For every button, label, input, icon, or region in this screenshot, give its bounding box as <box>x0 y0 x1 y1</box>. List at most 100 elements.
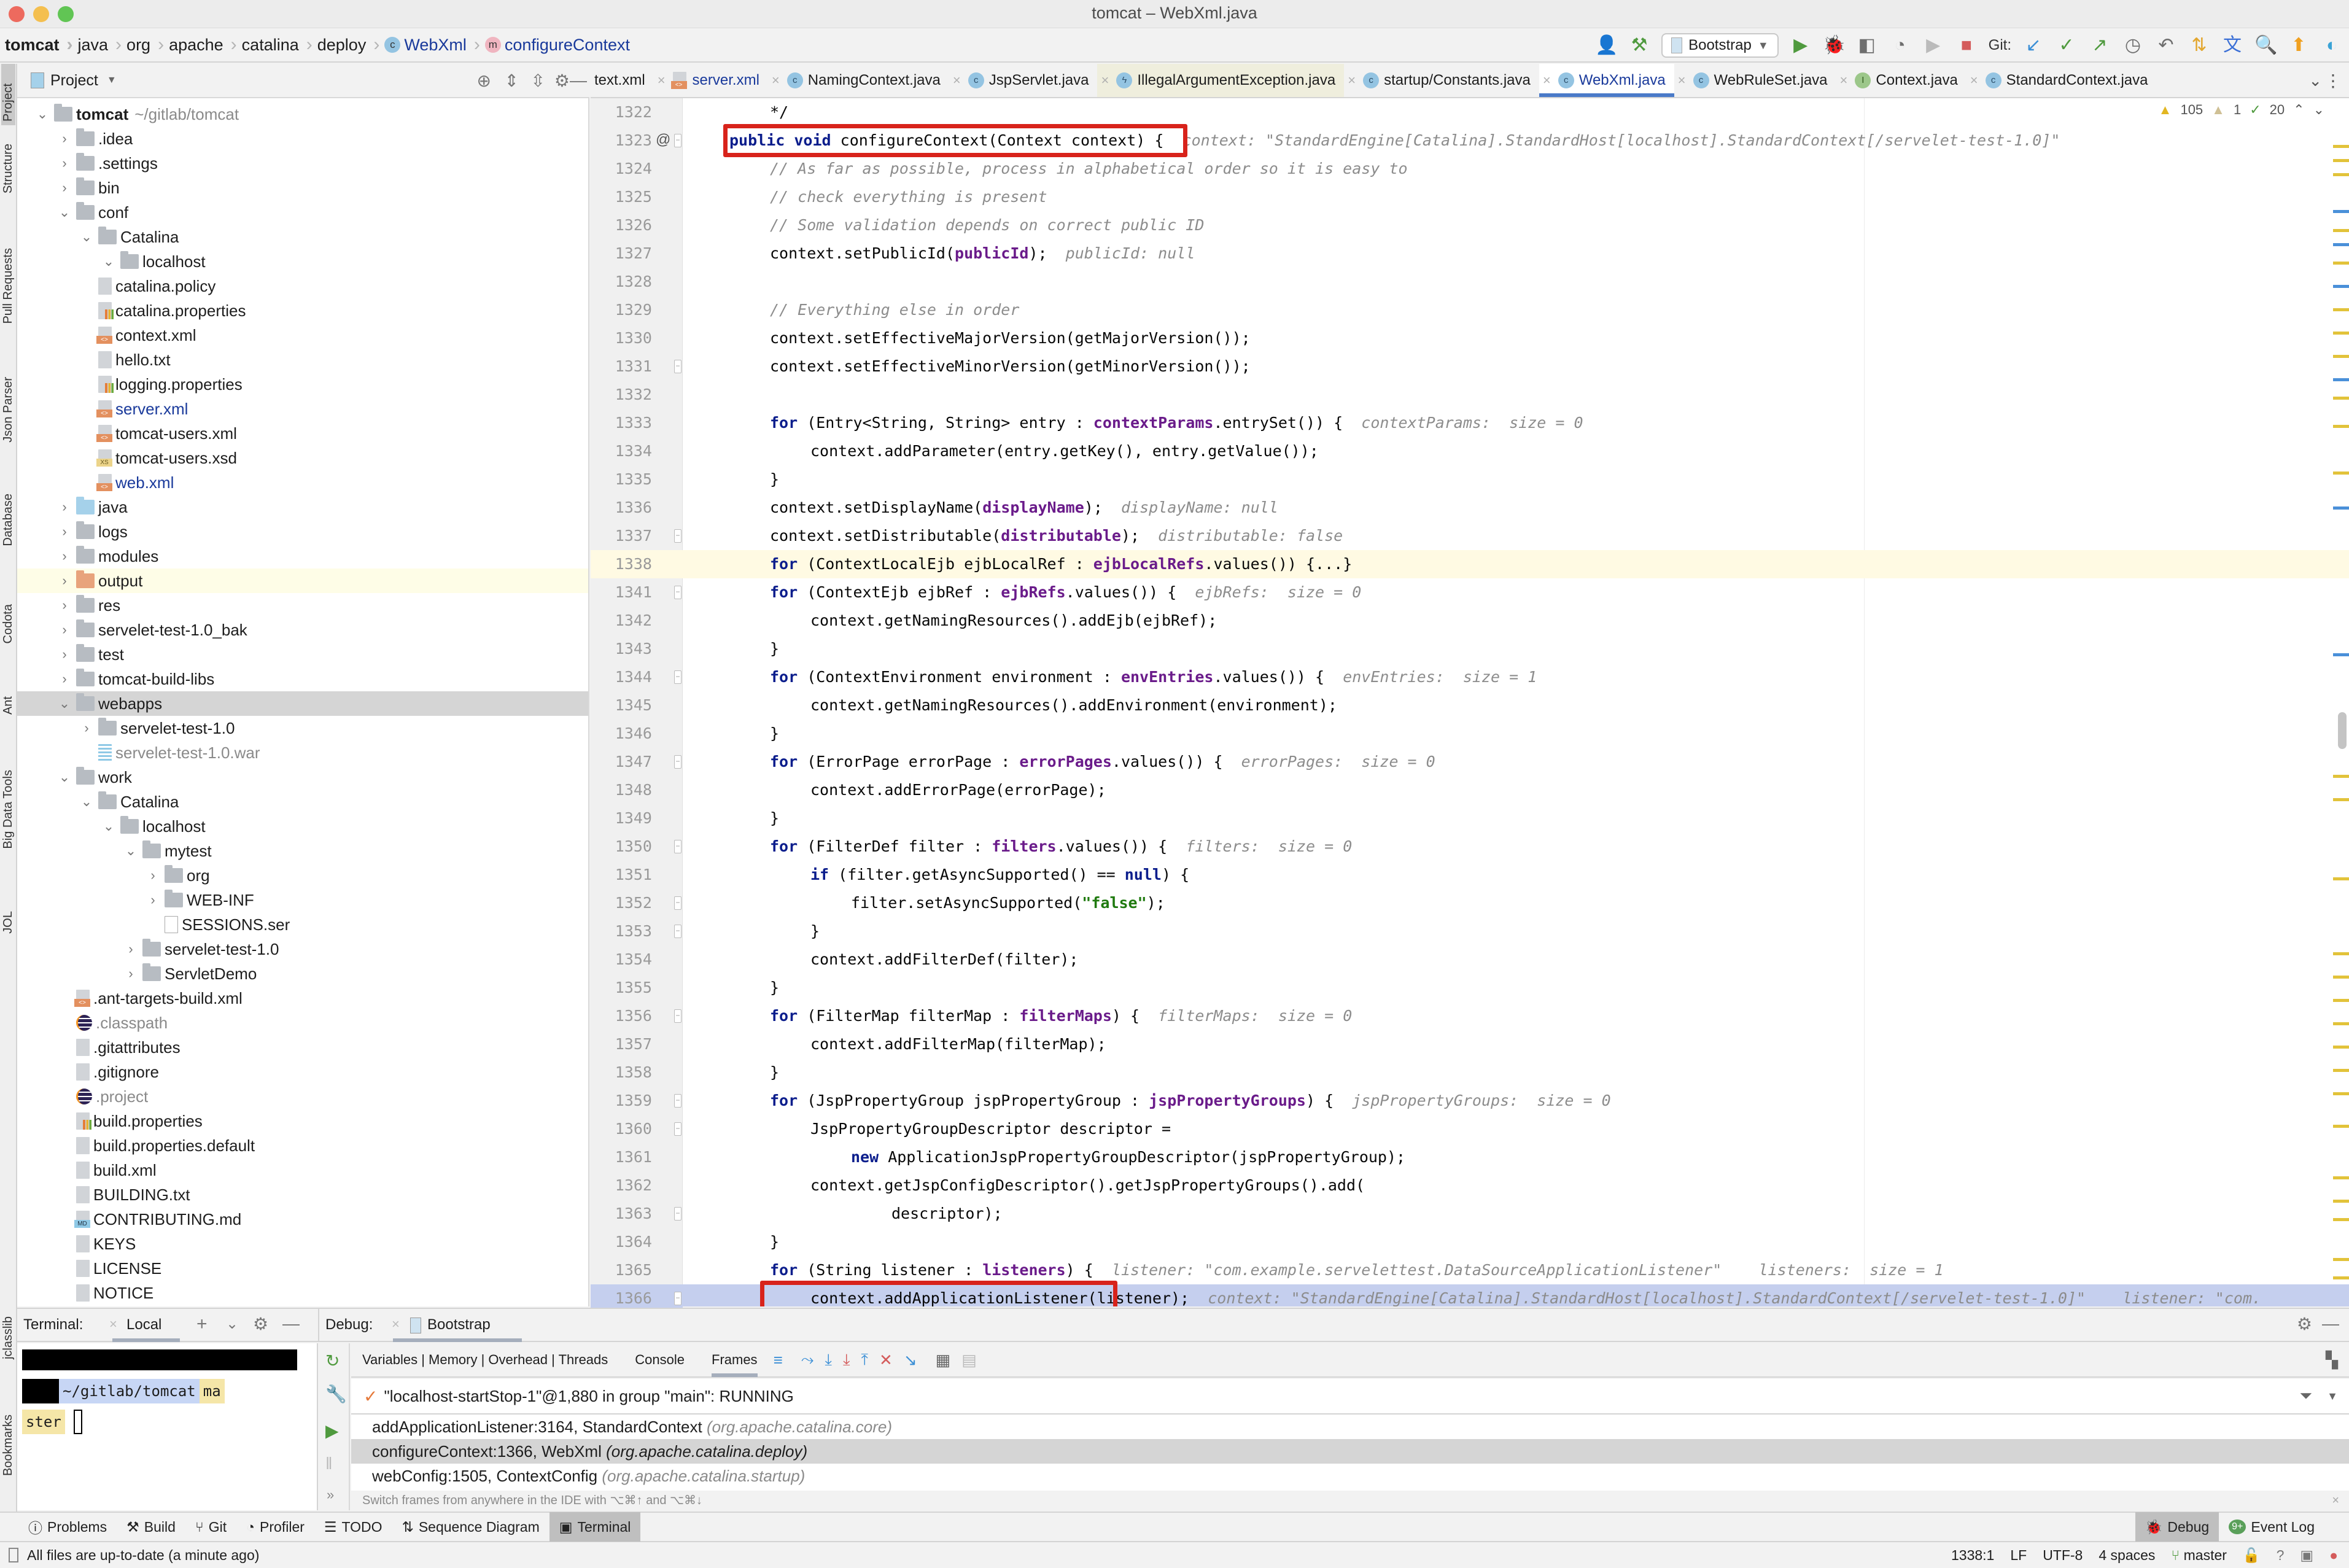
chevron-right-icon[interactable]: › <box>58 646 71 662</box>
search-icon[interactable]: 🔍 <box>2254 36 2277 55</box>
tree-item[interactable]: › servelet-test-1.0_bak <box>17 618 588 642</box>
tree-item[interactable]: tomcat-users.xsd <box>17 446 588 470</box>
profile-icon[interactable]: ◔ <box>1889 36 1911 55</box>
tool-window-button[interactable]: ⓘ Problems <box>18 1512 117 1542</box>
stop-icon[interactable]: ■ <box>1955 36 1978 55</box>
chevron-down-icon[interactable]: ⌄ <box>80 794 93 810</box>
editor-tab[interactable]: × server.xml <box>654 64 768 97</box>
tree-item[interactable]: .ant-targets-build.xml <box>17 986 588 1011</box>
more-icon[interactable]: » <box>327 1487 334 1503</box>
resume-program-icon[interactable]: ▶ <box>325 1421 339 1441</box>
run-to-cursor-icon[interactable]: ↘ <box>904 1351 917 1370</box>
chevron-right-icon[interactable]: › <box>58 131 71 147</box>
more-options-icon[interactable]: ⋮ <box>2324 71 2342 91</box>
close-tab-icon[interactable]: × <box>392 1316 400 1332</box>
code-line[interactable]: context.setPublicId(publicId); publicId:… <box>683 239 2349 268</box>
tool-tab-structure[interactable]: Structure <box>1 144 15 193</box>
stripe-marker[interactable] <box>2333 173 2349 176</box>
chevron-right-icon[interactable]: › <box>124 941 138 957</box>
tool-tab-bookmarks[interactable]: Bookmarks <box>1 1415 15 1476</box>
stripe-marker[interactable] <box>2333 1125 2349 1128</box>
lock-icon[interactable]: 🔓 <box>2243 1547 2261 1564</box>
tree-item[interactable]: CONTRIBUTING.md <box>17 1207 588 1232</box>
build-hammer-icon[interactable]: ⚒ <box>1628 36 1650 55</box>
chevron-down-icon[interactable]: ⌄ <box>102 254 115 270</box>
code-line[interactable]: for (ContextEnvironment environment : en… <box>683 663 2349 691</box>
stack-frame[interactable]: addApplicationListener:3164, StandardCon… <box>351 1415 2349 1439</box>
code-line[interactable]: for (JspPropertyGroup jspPropertyGroup :… <box>683 1087 2349 1115</box>
tree-item[interactable]: KEYS <box>17 1232 588 1256</box>
chevron-down-icon[interactable]: ⌄ <box>58 204 71 220</box>
close-tab-icon[interactable]: × <box>1970 72 1978 88</box>
run-icon[interactable]: ▶ <box>1790 36 1812 55</box>
breadcrumb-item[interactable]: catalina › <box>237 34 313 55</box>
hide-panel-icon[interactable]: — <box>2322 1314 2339 1333</box>
code-line[interactable]: } <box>683 974 2349 1002</box>
layout-icon[interactable]: ≡ <box>774 1351 783 1370</box>
code-line[interactable] <box>683 381 2349 409</box>
breadcrumb-item[interactable]: c WebXml › <box>379 34 480 55</box>
editor-tab[interactable]: × c StandardContext.java <box>1967 64 2157 97</box>
tree-item[interactable]: .classpath <box>17 1011 588 1035</box>
fold-marker-icon[interactable]: − <box>674 1122 681 1136</box>
close-tab-icon[interactable]: × <box>953 72 961 88</box>
code-line[interactable]: for (Entry<String, String> entry : conte… <box>683 409 2349 437</box>
tree-item[interactable]: ⌄ webapps <box>17 691 588 716</box>
tree-item[interactable]: › ServletDemo <box>17 961 588 986</box>
tool-window-button[interactable]: ⚒ Build <box>117 1512 185 1542</box>
tab-variables[interactable]: Variables | Memory | Overhead | Threads <box>362 1352 608 1368</box>
breadcrumb-item[interactable]: deploy › <box>313 34 380 55</box>
code-line[interactable]: context.addFilterDef(filter); <box>683 945 2349 974</box>
tree-item[interactable]: › java <box>17 495 588 519</box>
chevron-down-icon[interactable]: ⌄ <box>36 106 49 122</box>
caret-position[interactable]: 1338:1 <box>1951 1547 1994 1564</box>
git-commit-icon[interactable]: ✓ <box>2056 36 2078 55</box>
coverage-icon[interactable]: ◧ <box>1856 36 1878 55</box>
show-execution-point-icon[interactable]: ⤳ <box>801 1350 814 1370</box>
tool-tab-ant[interactable]: Ant <box>1 696 15 715</box>
tree-item[interactable]: .project <box>17 1084 588 1109</box>
tree-item[interactable]: ⌄ mytest <box>17 839 588 863</box>
code-line[interactable]: JspPropertyGroupDescriptor descriptor = <box>683 1115 2349 1143</box>
stripe-marker[interactable] <box>2333 145 2349 148</box>
tool-tab-json-parser[interactable]: Json Parser <box>1 377 15 443</box>
code-line[interactable]: context.addErrorPage(errorPage); <box>683 776 2349 804</box>
stack-frame[interactable]: webConfig:1505, ContextConfig (org.apach… <box>351 1464 2349 1491</box>
code-line[interactable]: // Everything else in order <box>683 296 2349 324</box>
gear-icon[interactable]: ⚙ <box>2297 1314 2312 1334</box>
tree-item[interactable]: LICENSE <box>17 1256 588 1281</box>
chevron-right-icon[interactable]: › <box>58 622 71 638</box>
code-line[interactable]: context.setEffectiveMajorVersion(getMajo… <box>683 324 2349 352</box>
breadcrumb-item[interactable]: tomcat › <box>0 34 73 55</box>
error-icon[interactable]: ● <box>2329 1547 2338 1564</box>
tab-list-chevron-icon[interactable]: ⌄ <box>2308 71 2322 90</box>
rerun-icon[interactable]: ↻ <box>325 1351 340 1371</box>
editor-tab[interactable]: × c NamingContext.java <box>768 64 949 97</box>
tool-tab-project[interactable]: Project <box>1 64 15 125</box>
scrollbar-thumb[interactable] <box>2338 712 2347 749</box>
trace-icon[interactable]: ▤ <box>961 1351 977 1370</box>
code-line[interactable]: for (ContextEjb ejbRef : ejbRefs.values(… <box>683 578 2349 607</box>
tool-window-button[interactable]: ▣ Terminal <box>549 1512 641 1542</box>
error-stripe[interactable] <box>2333 98 2349 1306</box>
stripe-marker[interactable] <box>2333 332 2349 335</box>
chevron-right-icon[interactable]: › <box>58 597 71 613</box>
close-tab-icon[interactable]: × <box>1840 72 1848 88</box>
filter-icon[interactable]: ⏷ <box>2299 1386 2312 1406</box>
debug-session-tab[interactable]: Bootstrap <box>427 1316 491 1333</box>
tree-item[interactable]: catalina.properties <box>17 298 588 323</box>
close-tab-icon[interactable]: × <box>772 72 780 88</box>
tree-item[interactable]: ⌄ work <box>17 765 588 790</box>
tab-frames[interactable]: Frames <box>712 1343 758 1377</box>
tree-item[interactable]: › modules <box>17 544 588 569</box>
tree-item[interactable]: build.xml <box>17 1158 588 1182</box>
tree-item[interactable]: ⌄ conf <box>17 200 588 225</box>
chevron-right-icon[interactable]: › <box>58 524 71 540</box>
stripe-marker[interactable] <box>2333 1218 2349 1221</box>
debug-icon[interactable]: 🐞 <box>1823 36 1846 55</box>
close-tab-icon[interactable]: × <box>1348 72 1356 88</box>
stripe-marker[interactable] <box>2333 378 2349 381</box>
editor-tab[interactable]: × c WebXml.java <box>1539 64 1674 97</box>
close-icon[interactable]: × <box>2332 1491 2339 1510</box>
code-line[interactable]: } <box>683 1058 2349 1087</box>
